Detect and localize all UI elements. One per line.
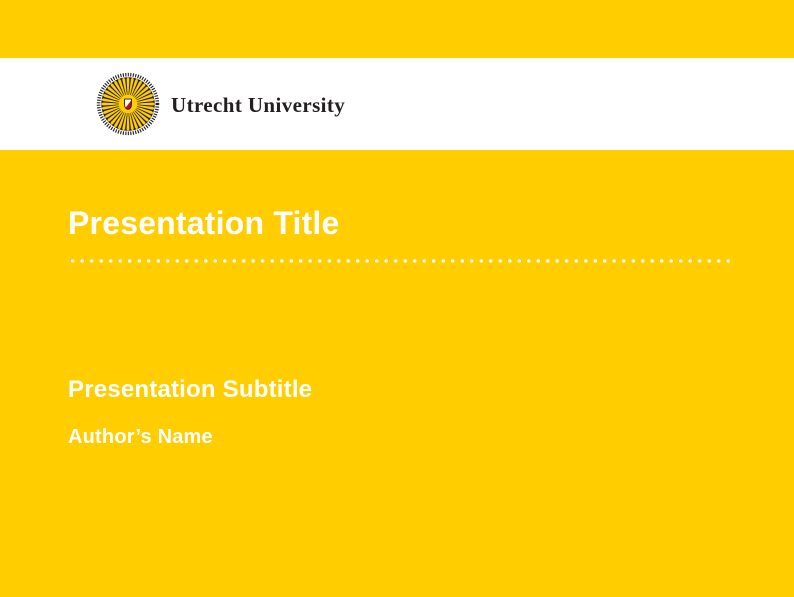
author-name: Author’s Name bbox=[68, 427, 213, 447]
dotted-separator bbox=[68, 259, 730, 263]
logo-band: Utrecht University bbox=[0, 58, 794, 150]
university-name: Utrecht University bbox=[171, 93, 345, 118]
presentation-title-slide: Utrecht University Presentation Title Pr… bbox=[0, 0, 794, 597]
utrecht-university-logo: Utrecht University bbox=[95, 71, 345, 137]
presentation-title: Presentation Title bbox=[68, 207, 340, 239]
presentation-subtitle: Presentation Subtitle bbox=[68, 378, 312, 402]
utrecht-university-sun-icon bbox=[95, 71, 161, 137]
